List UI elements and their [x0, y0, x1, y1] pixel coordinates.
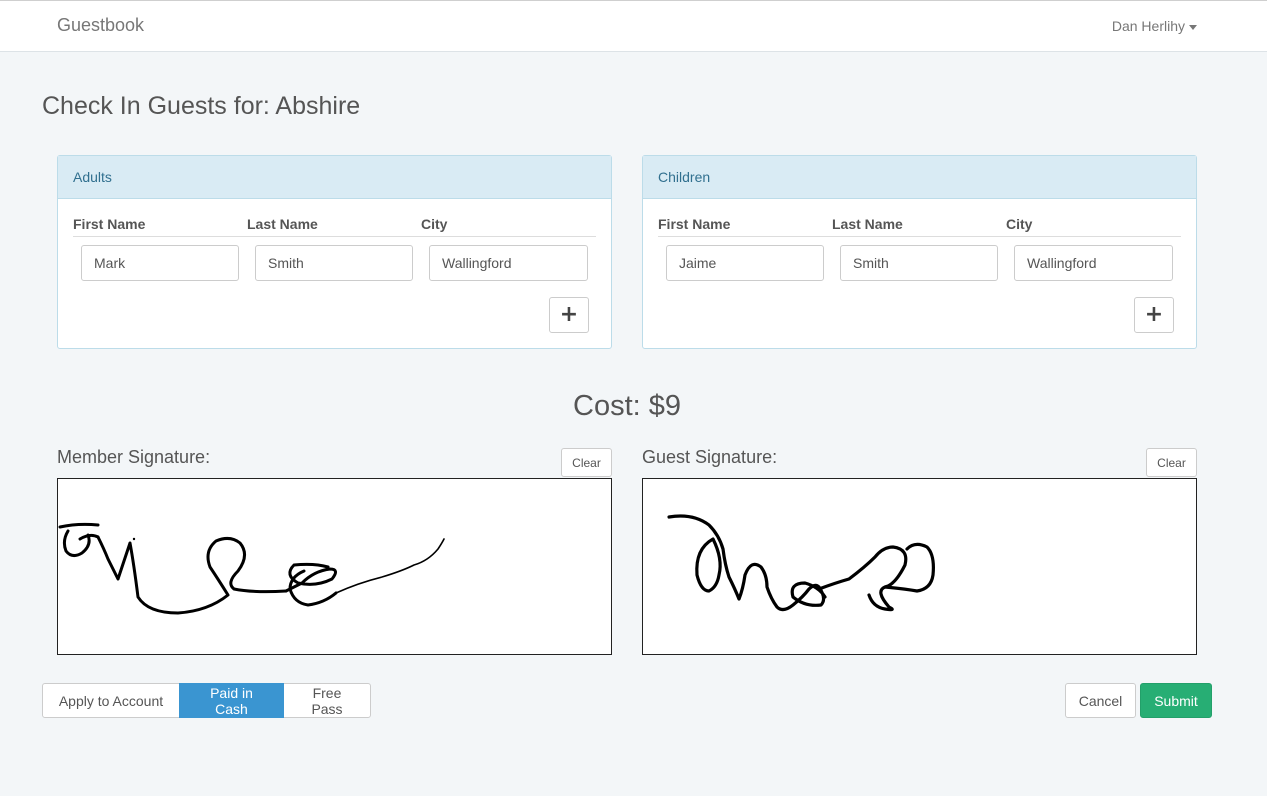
- caret-down-icon: [1189, 24, 1197, 30]
- guest-signature-drawing: [667, 514, 935, 612]
- adults-panel-heading: Adults: [58, 156, 611, 199]
- column-header-first-name: First Name: [73, 216, 146, 232]
- add-child-button[interactable]: +: [1134, 297, 1174, 333]
- column-header-city: City: [421, 216, 448, 232]
- children-panel: Children First Name Last Name City +: [642, 155, 1197, 349]
- adult-city-input[interactable]: [429, 245, 588, 281]
- header-divider: [658, 236, 1181, 237]
- adults-panel-body: First Name Last Name City +: [58, 199, 611, 349]
- column-header-last-name: Last Name: [832, 216, 903, 232]
- user-dropdown[interactable]: Dan Herlihy: [1112, 18, 1197, 34]
- column-header-city: City: [1006, 216, 1033, 232]
- child-city-input[interactable]: [1014, 245, 1173, 281]
- plus-icon: +: [559, 302, 579, 327]
- member-signature-label: Member Signature:: [57, 447, 211, 467]
- guest-signature-label: Guest Signature:: [642, 447, 778, 467]
- member-signature-pad[interactable]: [57, 478, 612, 655]
- child-last-name-input[interactable]: [840, 245, 998, 281]
- children-panel-body: First Name Last Name City +: [643, 199, 1196, 349]
- member-signature-drawing: [58, 522, 445, 615]
- plus-icon: +: [1144, 302, 1164, 327]
- header-divider: [73, 236, 596, 237]
- adult-first-name-input[interactable]: [81, 245, 239, 281]
- clear-guest-signature-button[interactable]: Clear: [1146, 448, 1197, 477]
- column-header-last-name: Last Name: [247, 216, 318, 232]
- free-pass-button[interactable]: Free Pass: [283, 683, 371, 718]
- user-name: Dan Herlihy: [1111, 18, 1185, 34]
- adults-panel: Adults First Name Last Name City +: [57, 155, 612, 349]
- submit-button[interactable]: Submit: [1140, 683, 1212, 718]
- page-title: Check In Guests for: Abshire: [42, 92, 361, 120]
- cancel-button[interactable]: Cancel: [1065, 683, 1136, 718]
- adult-last-name-input[interactable]: [255, 245, 413, 281]
- children-panel-heading: Children: [643, 156, 1196, 199]
- guest-signature-pad[interactable]: [642, 478, 1197, 655]
- navbar: Guestbook Dan Herlihy: [0, 0, 1267, 52]
- cost-display: Cost: $9: [573, 390, 681, 422]
- add-adult-button[interactable]: +: [549, 297, 589, 333]
- child-first-name-input[interactable]: [666, 245, 824, 281]
- apply-to-account-button[interactable]: Apply to Account: [42, 683, 180, 718]
- brand-link[interactable]: Guestbook: [57, 15, 144, 36]
- paid-in-cash-button[interactable]: Paid in Cash: [179, 683, 284, 718]
- column-header-first-name: First Name: [658, 216, 731, 232]
- clear-member-signature-button[interactable]: Clear: [561, 448, 612, 477]
- payment-method-group: Apply to Account Paid in Cash Free Pass: [42, 683, 371, 718]
